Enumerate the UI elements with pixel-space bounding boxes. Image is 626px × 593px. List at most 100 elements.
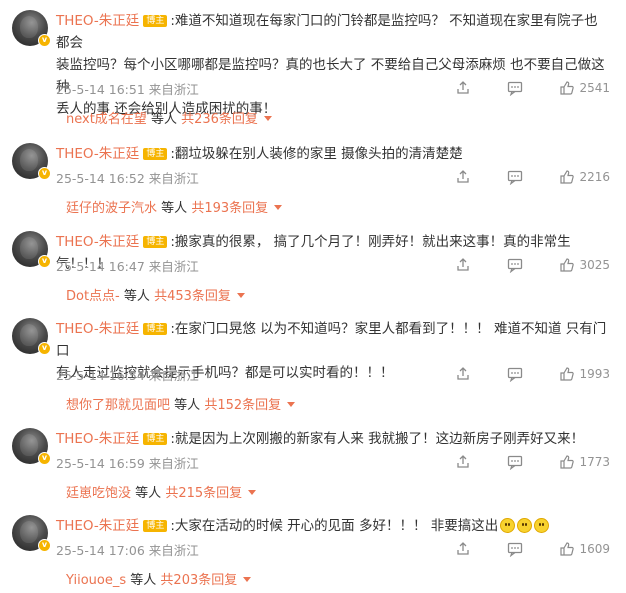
reply-summary[interactable]: Dot点点- 等人 共453条回复 [66,285,245,304]
like-button[interactable]: 2541 [559,80,610,96]
thumbs-up-icon [559,169,575,185]
author-tag: 博主 [143,236,168,248]
reply-mid: 等人 [161,201,188,216]
like-button[interactable]: 3025 [559,257,610,273]
reply-user[interactable]: 廷仔的波子汽水 [66,201,157,216]
comment-meta: 25-5-14 16:59 来自浙江 [56,453,199,472]
verified-badge-icon: v [38,452,51,465]
comment-meta: 25-5-14 16:52 来自浙江 [56,168,199,187]
comment-icon[interactable] [507,257,523,273]
comment-line: :大家在活动的时候 开心的见面 多好！！！ 非要搞这出 [170,518,499,534]
comment-text: THEO-朱正廷 博主:大家在活动的时候 开心的见面 多好！！！ 非要搞这出 [56,515,610,537]
reply-user[interactable]: Yiiouoe_s [66,573,126,588]
chevron-down-icon[interactable] [243,577,252,582]
smiley-emoji [517,518,533,533]
comment-list: v THEO-朱正廷 博主:难道不知道现在每家门口的门铃都是监控吗？ 不知道现在家… [0,0,626,593]
share-icon[interactable] [455,80,471,96]
thumbs-up-icon [559,366,575,382]
reply-user[interactable]: 廷崽吃饱没 [66,486,131,501]
reply-user[interactable]: 想你了那就见面吧 [66,398,170,413]
chevron-down-icon[interactable] [236,293,245,298]
like-count: 2541 [579,81,610,95]
avatar[interactable]: v [12,231,51,268]
comment-body: THEO-朱正廷 博主:翻垃圾躲在别人装修的家里 摄像头拍的清清楚楚 25-5-1… [56,143,610,186]
reply-summary[interactable]: 廷崽吃饱没 等人 共215条回复 [66,482,257,501]
comment-actions: 2216 [455,169,610,185]
author-name[interactable]: THEO-朱正廷 [56,13,139,29]
like-button[interactable]: 1609 [559,541,610,557]
chevron-down-icon[interactable] [287,402,296,407]
reply-count[interactable]: 共236条回复 [181,112,258,127]
thumbs-up-icon [559,541,575,557]
author-name[interactable]: THEO-朱正廷 [56,146,139,162]
like-count: 1773 [579,455,610,469]
avatar-photo [20,149,38,171]
chevron-down-icon[interactable] [263,116,272,121]
reply-count[interactable]: 共193条回复 [191,201,268,216]
share-icon[interactable] [455,366,471,382]
share-icon[interactable] [455,541,471,557]
comment-text: THEO-朱正廷 博主:就是因为上次刚搬的新家有人来 我就搬了！这边新房子刚弄好又… [56,428,610,450]
reply-summary[interactable]: Yiiouoe_s 等人 共203条回复 [66,569,252,588]
comment-icon[interactable] [507,541,523,557]
reply-count[interactable]: 共203条回复 [160,573,237,588]
author-tag: 博主 [143,323,168,335]
share-icon[interactable] [455,454,471,470]
chevron-down-icon[interactable] [274,205,283,210]
like-count: 1609 [579,542,610,556]
verified-badge-icon: v [38,539,51,552]
avatar[interactable]: v [12,515,51,552]
share-icon[interactable] [455,169,471,185]
comment-text: THEO-朱正廷 博主:翻垃圾躲在别人装修的家里 摄像头拍的清清楚楚 [56,143,610,165]
avatar[interactable]: v [12,10,51,47]
comment-time: 25-5-14 16:51 [56,82,145,97]
reply-mid: 等人 [174,398,201,413]
comment-text: THEO-朱正廷 博主:难道不知道现在每家门口的门铃都是监控吗？ 不知道现在家里有… [56,10,610,54]
avatar[interactable]: v [12,143,51,180]
author-name[interactable]: THEO-朱正廷 [56,518,139,534]
author-name[interactable]: THEO-朱正廷 [56,321,139,337]
comment-actions: 1609 [455,541,610,557]
like-button[interactable]: 2216 [559,169,610,185]
author-name[interactable]: THEO-朱正廷 [56,234,139,250]
like-count: 3025 [579,258,610,272]
author-name[interactable]: THEO-朱正廷 [56,431,139,447]
comment-icon[interactable] [507,169,523,185]
reply-mid: 等人 [150,112,177,127]
comment-meta: 25-5-14 16:47 来自浙江 [56,256,199,275]
like-button[interactable]: 1993 [559,366,610,382]
reply-count[interactable]: 共453条回复 [154,289,231,304]
thumbs-up-icon [559,454,575,470]
reply-count[interactable]: 共152条回复 [204,398,281,413]
avatar[interactable]: v [12,318,51,355]
like-button[interactable]: 1773 [559,454,610,470]
chevron-down-icon[interactable] [248,490,257,495]
comment-meta: 25-5-14 16:51 来自浙江 [56,79,199,98]
comment-icon[interactable] [507,80,523,96]
share-icon[interactable] [455,257,471,273]
comment-actions: 3025 [455,257,610,273]
reply-user[interactable]: next成名在望 [66,112,147,127]
comment-text: THEO-朱正廷 博主:在家门口晃悠 以为不知道吗？家里人都看到了！！！ 难道不知… [56,318,610,362]
thumbs-up-icon [559,80,575,96]
reply-summary[interactable]: next成名在望 等人 共236条回复 [66,108,272,127]
comment-actions: 1773 [455,454,610,470]
like-count: 2216 [579,170,610,184]
comment-time: 25-5-14 16:54 [56,368,145,383]
author-tag: 博主 [143,433,168,445]
comment-icon[interactable] [507,366,523,382]
comment-location: 来自浙江 [148,543,199,558]
comment-line: :翻垃圾躲在别人装修的家里 摄像头拍的清清楚楚 [170,146,463,162]
reply-user[interactable]: Dot点点- [66,289,120,304]
comment-time: 25-5-14 16:47 [56,259,145,274]
reply-summary[interactable]: 廷仔的波子汽水 等人 共193条回复 [66,197,283,216]
reply-summary[interactable]: 想你了那就见面吧 等人 共152条回复 [66,394,296,413]
comment-icon[interactable] [507,454,523,470]
smiley-emoji [534,518,550,533]
comment-body: THEO-朱正廷 博主:搬家真的很累， 搞了几个月了！刚弄好！就出来这事！真的非常… [56,231,610,275]
verified-badge-icon: v [38,34,51,47]
avatar[interactable]: v [12,428,51,465]
reply-count[interactable]: 共215条回复 [165,486,242,501]
thumbs-up-icon [559,257,575,273]
comment-meta: 25-5-14 16:54 来自浙江 [56,365,199,384]
